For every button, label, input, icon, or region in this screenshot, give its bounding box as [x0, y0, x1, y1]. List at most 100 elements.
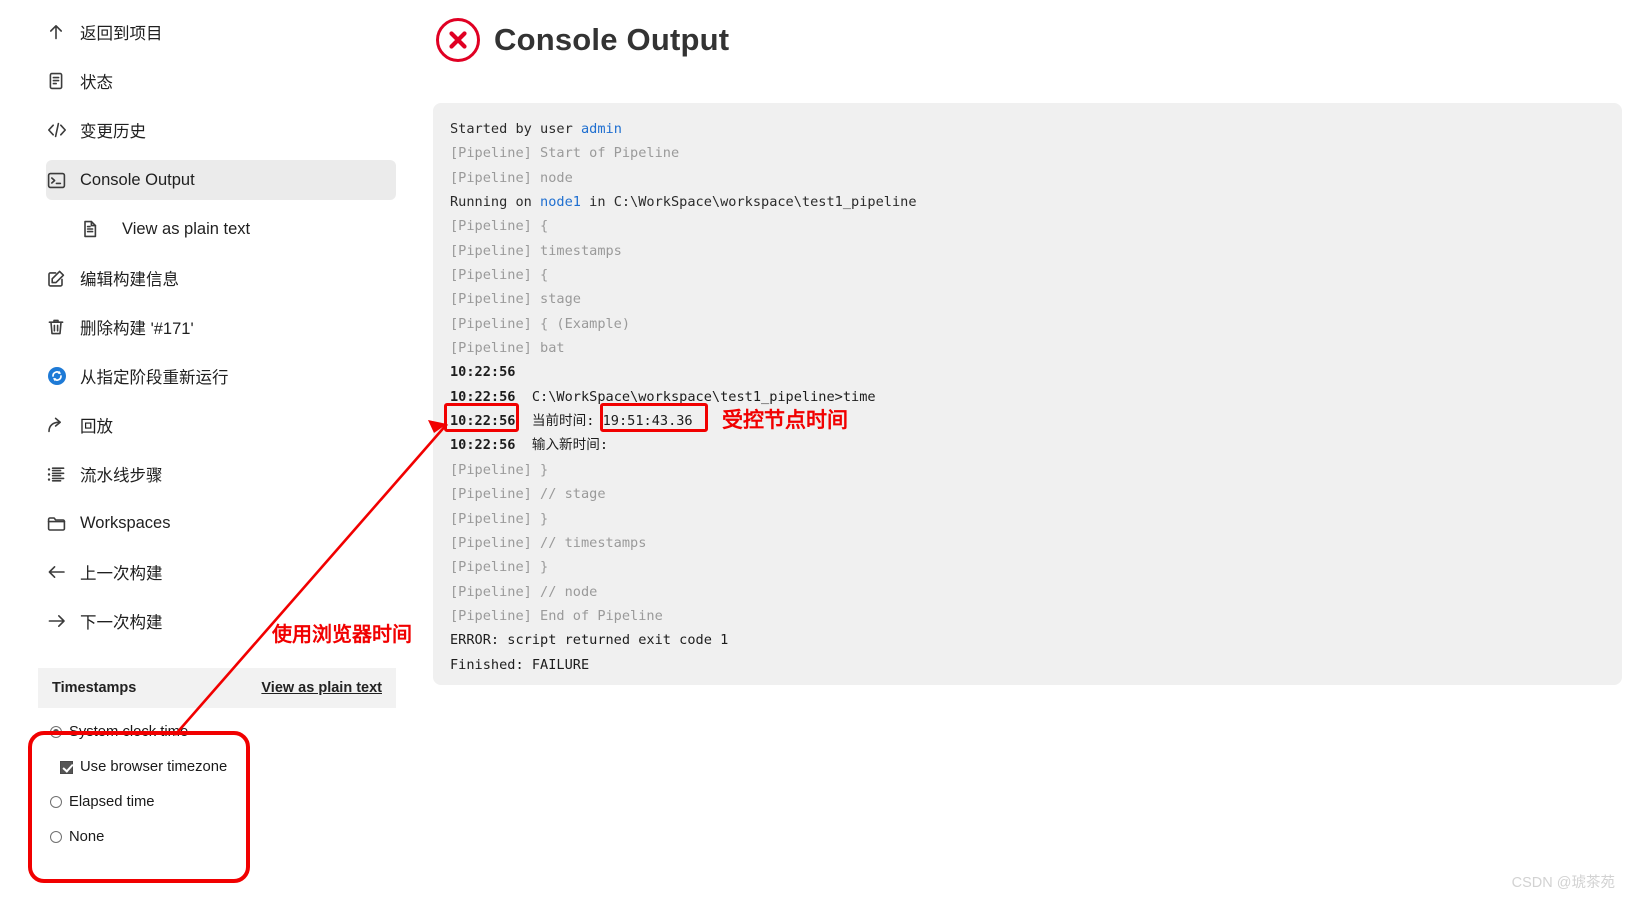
console-log-segment: [Pipeline] } — [450, 559, 549, 576]
console-log-segment: in C:\WorkSpace\workspace\test1_pipeline — [580, 194, 917, 211]
console-output-panel[interactable]: Started by user admin [Pipeline] Start of… — [433, 103, 1622, 685]
sidebar-item-console-output[interactable]: Console Output — [46, 160, 396, 200]
console-log-line: [Pipeline] Start of Pipeline — [433, 141, 1622, 165]
sidebar-item-back-to-project[interactable]: 返回到项目 — [46, 12, 396, 52]
console-log-segment: [Pipeline] stage — [450, 291, 581, 308]
sidebar-item-workspaces[interactable]: Workspaces — [46, 503, 396, 543]
console-log-segment: [Pipeline] { — [450, 267, 549, 284]
sidebar-item-status[interactable]: 状态 — [46, 61, 396, 101]
sidebar-item-label: Console Output — [80, 170, 195, 189]
console-log-line: [Pipeline] node — [433, 166, 1622, 190]
sidebar-item-label: Workspaces — [80, 513, 171, 532]
sidebar-item-view-plain-text[interactable]: View as plain text — [80, 209, 396, 249]
sidebar-item-pipeline-steps[interactable]: 流水线步骤 — [46, 454, 396, 494]
annotation-browser-time-label: 使用浏览器时间 — [272, 622, 412, 646]
replay-icon — [46, 415, 80, 436]
console-icon — [46, 170, 80, 191]
console-log-line: [Pipeline] } — [433, 507, 1622, 531]
console-log-segment: 输入新时间: — [515, 437, 609, 454]
timestamps-title: Timestamps — [52, 680, 137, 696]
console-log-line: [Pipeline] bat — [433, 336, 1622, 360]
page-header: Console Output — [436, 18, 729, 62]
sidebar-item-delete-build[interactable]: 删除构建 '#171' — [46, 307, 396, 347]
console-log-segment: node1 — [540, 194, 581, 211]
console-log-segment: [Pipeline] } — [450, 510, 549, 527]
console-log-line: [Pipeline] } — [433, 555, 1622, 579]
edit-square-icon — [46, 268, 80, 289]
code-icon — [46, 120, 80, 140]
page-title: Console Output — [494, 22, 730, 57]
sidebar-item-previous-build[interactable]: 上一次构建 — [46, 552, 396, 592]
console-log-line: Started by user admin — [433, 117, 1622, 141]
sidebar-item-label: 从指定阶段重新运行 — [80, 369, 229, 387]
folder-icon — [46, 513, 80, 534]
console-log-segment: Started by user — [450, 121, 581, 137]
file-text-icon — [80, 219, 114, 239]
trash-icon — [46, 317, 80, 337]
console-log-line: Running on node1 in C:\WorkSpace\workspa… — [433, 190, 1622, 214]
sidebar-item-label: 上一次构建 — [80, 565, 163, 583]
restart-circle-icon — [46, 365, 80, 387]
console-log-segment: [Pipeline] Start of Pipeline — [450, 145, 680, 162]
document-icon — [46, 71, 80, 91]
console-log-segment: admin — [580, 121, 622, 137]
console-log-segment: [Pipeline] // stage — [450, 486, 606, 503]
sidebar-item-label: 状态 — [80, 74, 113, 92]
console-log-line: [Pipeline] { (Example) — [433, 312, 1622, 336]
console-log-line: 10:22:56 输入新时间: — [433, 433, 1622, 457]
timestamps-view-plain-text-link[interactable]: View as plain text — [261, 680, 382, 696]
sidebar-item-label: 下一次构建 — [80, 614, 163, 632]
console-log-line: 10:22:56 — [433, 360, 1622, 384]
console-log-segment: [Pipeline] node — [450, 169, 573, 186]
timestamps-panel: Timestamps View as plain text — [38, 668, 396, 708]
highlight-box-console-timestamp — [444, 403, 519, 432]
failure-x-icon — [436, 18, 480, 62]
console-log-segment: [Pipeline] // timestamps — [450, 534, 647, 551]
sidebar-item-restart-from-stage[interactable]: 从指定阶段重新运行 — [46, 356, 396, 396]
page-root: 返回到项目状态变更历史 Console Output View as plain t… — [0, 0, 1629, 901]
arrow-right-icon — [46, 611, 80, 631]
annotation-node-time-label: 受控节点时间 — [722, 407, 848, 432]
console-log-segment: [Pipeline] End of Pipeline — [450, 607, 663, 624]
console-log-line: [Pipeline] { — [433, 214, 1622, 238]
console-log-segment: ERROR: script returned exit code 1 — [450, 632, 729, 649]
sidebar-item-label: 变更历史 — [80, 123, 146, 141]
watermark: CSDN @琥茶苑 — [1511, 875, 1615, 891]
console-log-segment: 10:22:56 — [450, 437, 516, 454]
sidebar-item-change-history[interactable]: 变更历史 — [46, 110, 396, 150]
console-log-segment: [Pipeline] { (Example) — [450, 315, 631, 332]
console-log-line: [Pipeline] { — [433, 263, 1622, 287]
sidebar-item-edit-build-info[interactable]: 编辑构建信息 — [46, 258, 396, 298]
console-log-segment: Finished: FAILURE — [450, 656, 590, 673]
console-log-segment: [Pipeline] } — [450, 461, 549, 478]
sidebar-item-label: 返回到项目 — [80, 25, 163, 43]
console-log-segment: [Pipeline] timestamps — [450, 242, 622, 259]
main-content: Console Output Started by user admin [Pip… — [420, 0, 1629, 901]
sidebar-item-replay[interactable]: 回放 — [46, 405, 396, 445]
console-log-line: Finished: FAILURE — [433, 653, 1622, 677]
sidebar-item-label: 删除构建 '#171' — [80, 320, 194, 338]
console-log-line: [Pipeline] // stage — [433, 482, 1622, 506]
highlight-box-node-time-value — [600, 403, 708, 432]
console-log-segment: [Pipeline] { — [450, 218, 549, 235]
console-log-line: [Pipeline] End of Pipeline — [433, 604, 1622, 628]
console-log-segment: 10:22:56 — [450, 364, 516, 381]
sidebar-item-label: View as plain text — [122, 219, 251, 238]
console-log-line: ERROR: script returned exit code 1 — [433, 628, 1622, 652]
console-log-segment: [Pipeline] bat — [450, 340, 565, 357]
steps-list-icon — [46, 464, 80, 485]
console-log-line: [Pipeline] // node — [433, 580, 1622, 604]
sidebar-item-label: 编辑构建信息 — [80, 271, 179, 289]
console-log: Started by user admin [Pipeline] Start of… — [433, 117, 1622, 677]
console-log-line: [Pipeline] } — [433, 458, 1622, 482]
console-log-segment: [Pipeline] // node — [450, 583, 598, 600]
highlight-box-timestamp-options — [28, 731, 250, 883]
arrow-left-icon — [46, 562, 80, 582]
sidebar-item-label: 回放 — [80, 418, 113, 436]
arrow-up-icon — [46, 22, 80, 42]
console-log-segment: Running on — [450, 194, 541, 211]
console-log-line: [Pipeline] // timestamps — [433, 531, 1622, 555]
console-log-line: [Pipeline] timestamps — [433, 239, 1622, 263]
sidebar-item-label: 流水线步骤 — [80, 467, 163, 485]
console-log-line: [Pipeline] stage — [433, 287, 1622, 311]
